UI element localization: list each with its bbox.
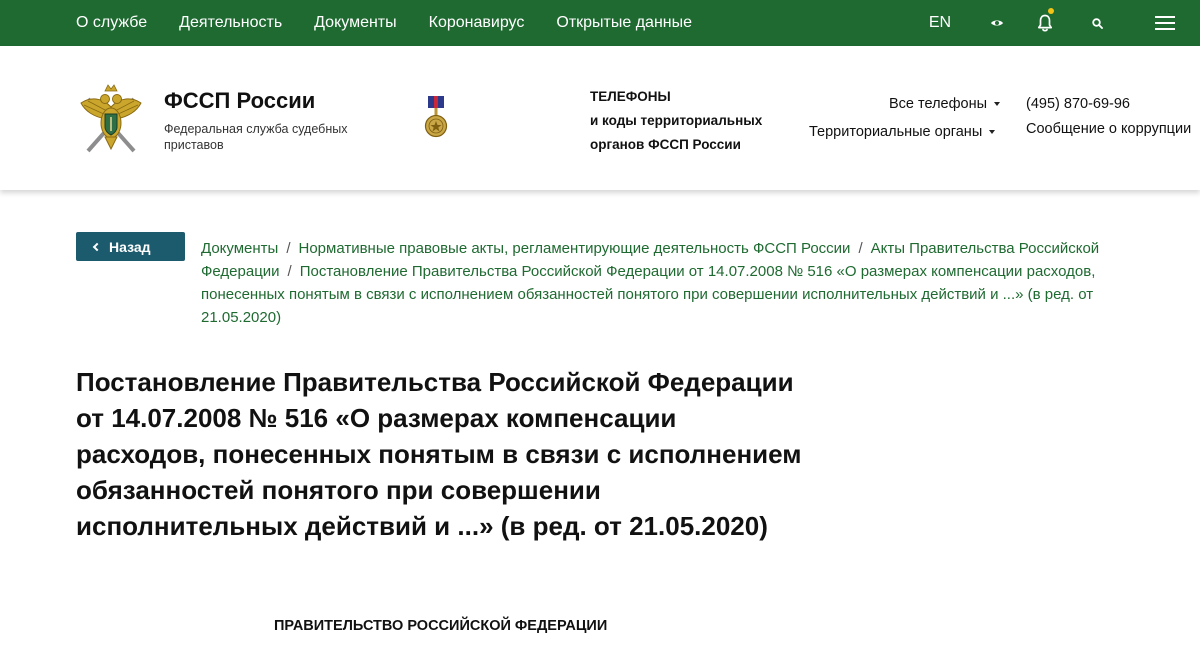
site-header: ФССП России Федеральная служба судебных …	[0, 46, 1200, 190]
breadcrumb-separator: /	[858, 240, 863, 257]
accessibility-eye-button[interactable]	[984, 0, 1010, 46]
caret-down-icon	[994, 102, 1001, 106]
top-nav: О службе Деятельность Документы Коронави…	[76, 0, 692, 46]
breadcrumb-separator: /	[286, 240, 291, 257]
chevron-left-icon	[92, 242, 102, 251]
phone-number-link[interactable]: (495) 870-69-96	[1026, 96, 1130, 112]
notifications-button[interactable]	[1032, 0, 1058, 46]
menu-icon	[1155, 16, 1175, 30]
back-button-label: Назад	[109, 238, 151, 255]
top-navigation-bar: О службе Деятельность Документы Коронави…	[0, 0, 1200, 46]
bell-icon	[1037, 14, 1053, 32]
top-nav-about[interactable]: О службе	[76, 14, 147, 32]
document-heading: ПРАВИТЕЛЬСТВО РОССИЙСКОЙ ФЕДЕРАЦИИ	[274, 618, 608, 634]
language-switch[interactable]: EN	[920, 0, 960, 46]
territorial-bodies-dropdown[interactable]: Территориальные органы	[809, 124, 996, 140]
search-button[interactable]	[1086, 0, 1108, 46]
all-phones-dropdown[interactable]: Все телефоны	[889, 96, 1001, 112]
corruption-report-link[interactable]: Сообщение о коррупции	[1026, 121, 1191, 137]
medal-icon[interactable]	[424, 96, 448, 140]
page-title: Постановление Правительства Российской Ф…	[76, 367, 802, 541]
menu-button[interactable]	[1152, 0, 1178, 46]
notification-dot	[1048, 8, 1054, 14]
breadcrumb-current-resolution[interactable]: Постановление Правительства Российской Ф…	[201, 263, 1095, 326]
phones-line-1: ТЕЛЕФОНЫ	[590, 89, 671, 104]
caret-down-icon	[989, 130, 996, 134]
phones-line-2: и коды территориальных	[590, 113, 763, 128]
breadcrumb-normative-acts[interactable]: Нормативные правовые акты, регламентирую…	[299, 240, 851, 257]
eye-icon	[991, 20, 1003, 26]
breadcrumb-separator: /	[287, 263, 292, 280]
top-nav-coronavirus[interactable]: Коронавирус	[429, 14, 525, 32]
territorial-bodies-label: Территориальные органы	[809, 124, 983, 140]
top-utility-controls: EN	[920, 0, 1200, 46]
top-nav-open-data[interactable]: Открытые данные	[556, 14, 692, 32]
breadcrumb-documents[interactable]: Документы	[201, 240, 278, 257]
all-phones-label: Все телефоны	[889, 96, 988, 112]
search-icon	[1091, 17, 1103, 29]
fssp-emblem-icon[interactable]	[78, 81, 144, 157]
brand-subtitle: Федеральная служба судебных приставов	[164, 122, 348, 152]
back-button[interactable]: Назад	[76, 232, 185, 261]
top-nav-activity[interactable]: Деятельность	[179, 14, 282, 32]
phones-codes-link[interactable]: ТЕЛЕФОНЫ и коды территориальных органов …	[590, 85, 790, 157]
phones-line-3: органов ФССП России	[590, 137, 741, 152]
brand-title[interactable]: ФССП России	[164, 88, 315, 114]
top-nav-documents[interactable]: Документы	[314, 14, 396, 32]
breadcrumb: Документы / Нормативные правовые акты, рег…	[201, 237, 1169, 329]
